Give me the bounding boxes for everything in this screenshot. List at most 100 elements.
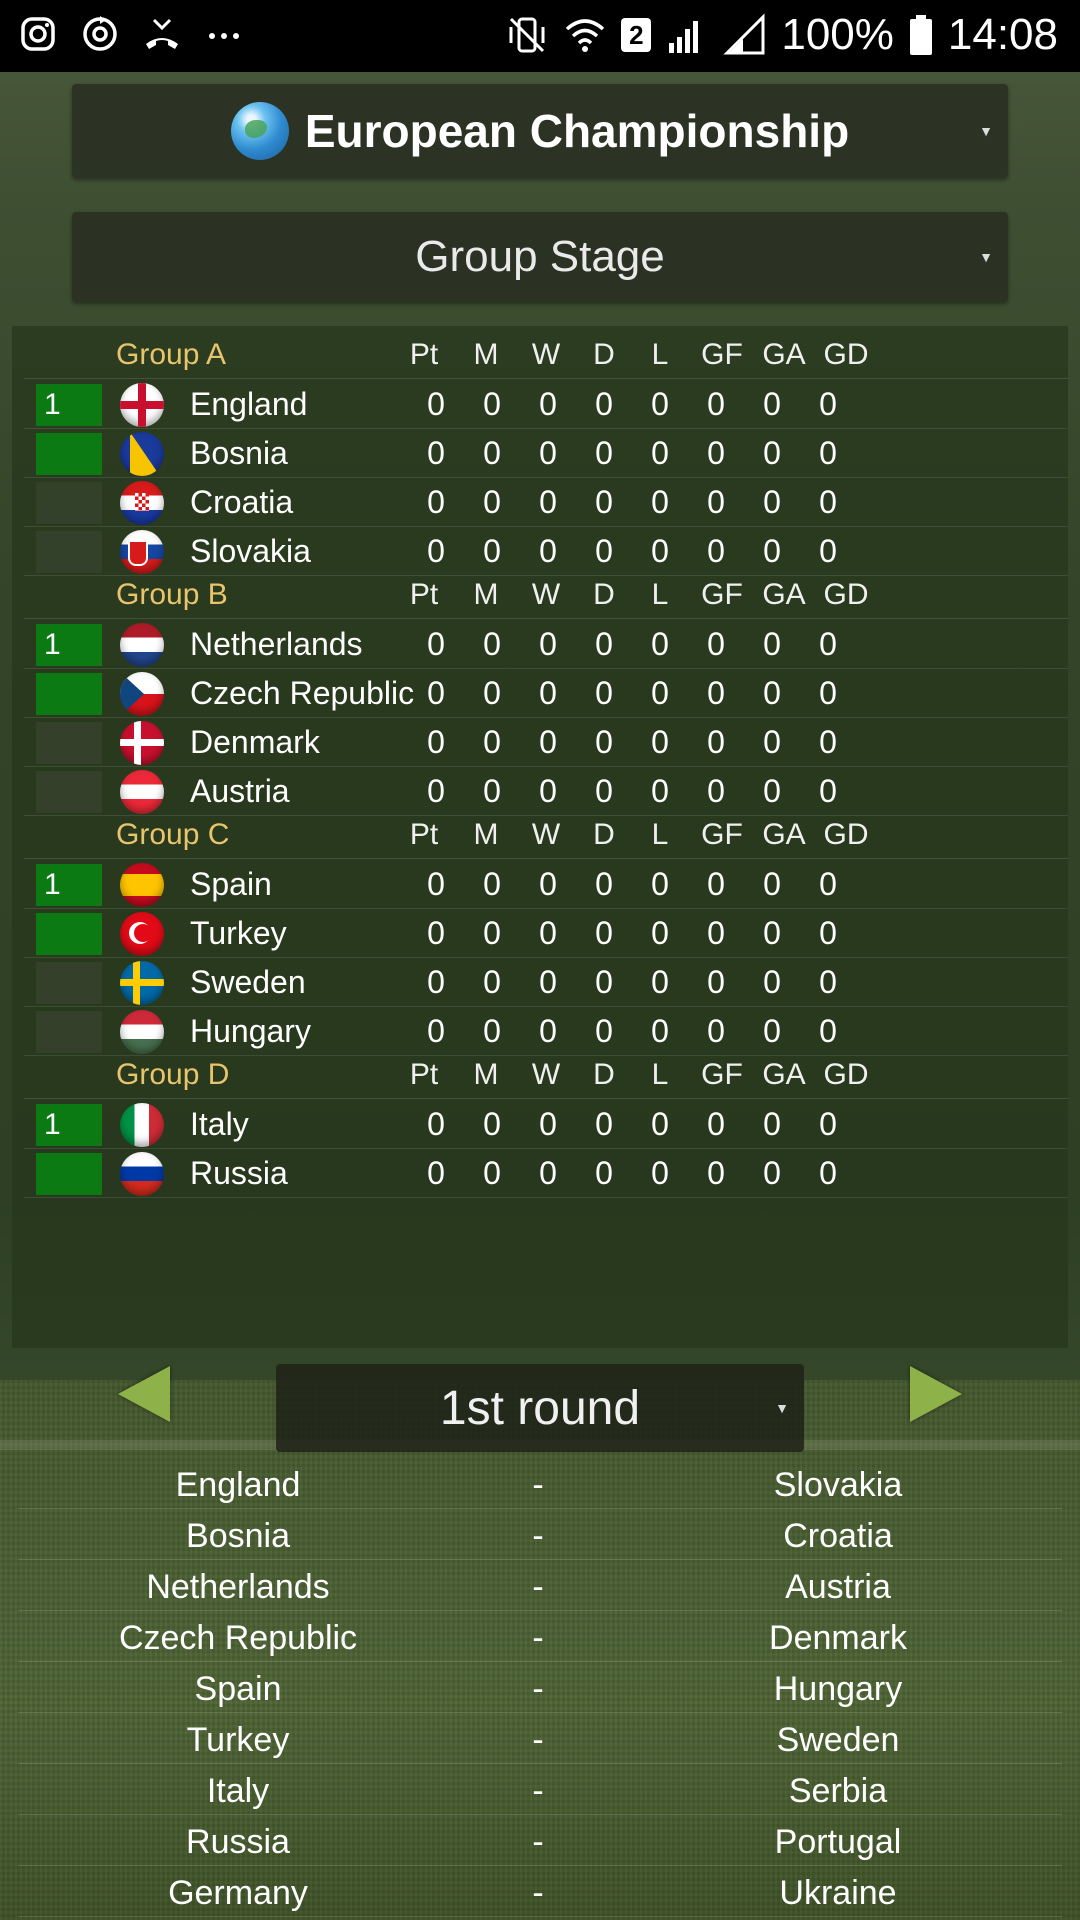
- flag-icon: [120, 1010, 164, 1054]
- fixture-separator: -: [532, 1721, 544, 1759]
- fixture-row[interactable]: Turkey - Sweden: [18, 1713, 1062, 1764]
- fixture-row[interactable]: Netherlands - Austria: [18, 1560, 1062, 1611]
- table-row[interactable]: 1 England 0 0 0 0 0 0 0 0: [24, 380, 1068, 429]
- stat-cell: 0: [707, 1155, 725, 1191]
- stat-cell: 0: [763, 915, 781, 951]
- group-name: Group A: [116, 338, 227, 371]
- fixture-separator: -: [532, 1670, 544, 1708]
- fixture-row[interactable]: Russia - Portugal: [18, 1815, 1062, 1866]
- table-row[interactable]: Austria 0 0 0 0 0 0 0 0: [24, 767, 1068, 816]
- stat-cell: 0: [483, 435, 501, 471]
- column-header: D: [593, 1058, 615, 1091]
- table-row[interactable]: 1 Italy 0 0 0 0 0 0 0 0: [24, 1100, 1068, 1149]
- team-name: Spain: [190, 866, 272, 902]
- stat-cell: 0: [763, 773, 781, 809]
- home-team: Germany: [168, 1874, 308, 1912]
- stat-cell: 0: [763, 724, 781, 760]
- home-team: Russia: [186, 1823, 290, 1861]
- column-header: Pt: [409, 818, 439, 851]
- stat-cell: 0: [595, 435, 613, 471]
- stat-cell: 0: [651, 675, 669, 711]
- stat-cell: 0: [819, 484, 837, 520]
- previous-round-arrow-icon[interactable]: [118, 1366, 170, 1422]
- stat-cell: 0: [483, 1155, 501, 1191]
- stat-cell: 0: [427, 1106, 445, 1142]
- table-row[interactable]: Hungary 0 0 0 0 0 0 0 0: [24, 1007, 1068, 1056]
- stat-cell: 0: [539, 866, 557, 902]
- table-row[interactable]: Slovakia 0 0 0 0 0 0 0 0: [24, 527, 1068, 576]
- stat-cell: 0: [707, 386, 725, 422]
- table-row[interactable]: 1 Spain 0 0 0 0 0 0 0 0: [24, 860, 1068, 909]
- stat-cell: 0: [707, 1106, 725, 1142]
- stat-cell: 0: [483, 964, 501, 1000]
- stat-cell: 0: [483, 1013, 501, 1049]
- flag-icon: [120, 481, 164, 525]
- signal-2-icon: [723, 13, 765, 55]
- column-header: Pt: [409, 578, 439, 611]
- team-name: Austria: [190, 773, 290, 809]
- fixture-row[interactable]: Czech Republic - Denmark: [18, 1611, 1062, 1662]
- away-team: Portugal: [774, 1823, 902, 1861]
- stat-cell: 0: [539, 724, 557, 760]
- fixture-row[interactable]: Bosnia - Croatia: [18, 1509, 1062, 1560]
- column-header: GF: [701, 1058, 743, 1091]
- table-row[interactable]: 1 Netherlands 0 0 0 0 0 0 0 0: [24, 620, 1068, 669]
- table-row[interactable]: Denmark 0 0 0 0 0 0 0 0: [24, 718, 1068, 767]
- table-row[interactable]: Sweden 0 0 0 0 0 0 0 0: [24, 958, 1068, 1007]
- stat-cell: 0: [763, 533, 781, 569]
- away-team: Croatia: [783, 1517, 893, 1555]
- column-header: D: [593, 338, 615, 371]
- stat-cell: 0: [651, 773, 669, 809]
- table-row[interactable]: Croatia 0 0 0 0 0 0 0 0: [24, 478, 1068, 527]
- round-dropdown[interactable]: 1st round ▼: [276, 1364, 804, 1452]
- stat-cell: 0: [483, 386, 501, 422]
- stat-cell: 0: [539, 533, 557, 569]
- group-table: Group C Pt M W D L GF GA GD 1 Spain 0 0 0 0 0 0 0 0 Turkey 0…: [24, 812, 1068, 1056]
- group-header: Group C Pt M W D L GF GA GD: [24, 812, 1068, 859]
- column-header: L: [651, 818, 669, 851]
- stat-cell: 0: [427, 435, 445, 471]
- table-row[interactable]: Turkey 0 0 0 0 0 0 0 0: [24, 909, 1068, 958]
- standings-panel[interactable]: Group A Pt M W D L GF GA GD 1 England 0 0 0 0 0 0 0 0 Bosni…: [12, 326, 1068, 1348]
- column-header: M: [473, 578, 499, 611]
- away-team: Ukraine: [779, 1874, 897, 1912]
- group-name: Group D: [116, 1058, 230, 1091]
- table-row[interactable]: Bosnia 0 0 0 0 0 0 0 0: [24, 429, 1068, 478]
- column-header: GD: [823, 818, 869, 851]
- stat-cell: 0: [651, 484, 669, 520]
- round-label: 1st round: [439, 1381, 641, 1435]
- stat-cell: 0: [763, 675, 781, 711]
- fixture-row[interactable]: Germany - Ukraine: [18, 1866, 1062, 1917]
- stat-cell: 0: [763, 964, 781, 1000]
- flag-icon: [120, 672, 164, 716]
- stat-cell: 0: [483, 773, 501, 809]
- column-header: M: [473, 338, 499, 371]
- fixture-row[interactable]: Spain - Hungary: [18, 1662, 1062, 1713]
- sim-badge: 2: [621, 18, 652, 52]
- stat-cell: 0: [595, 533, 613, 569]
- team-name: England: [190, 386, 308, 422]
- table-row[interactable]: Russia 0 0 0 0 0 0 0 0: [24, 1149, 1068, 1198]
- next-round-arrow-icon[interactable]: [910, 1366, 962, 1422]
- stat-cell: 0: [483, 675, 501, 711]
- fixture-separator: -: [532, 1517, 544, 1555]
- fixture-row[interactable]: Italy - Serbia: [18, 1764, 1062, 1815]
- signal-icon: [669, 21, 699, 53]
- stat-cell: 0: [427, 533, 445, 569]
- stage-dropdown[interactable]: Group Stage ▼: [72, 212, 1008, 302]
- away-team: Hungary: [773, 1670, 903, 1708]
- column-header: W: [531, 578, 561, 611]
- stat-cell: 0: [483, 1106, 501, 1142]
- fixture-separator: -: [532, 1568, 544, 1606]
- column-header: GD: [823, 1058, 869, 1091]
- fixture-row[interactable]: England - Slovakia: [18, 1458, 1062, 1509]
- stat-cell: 0: [651, 435, 669, 471]
- team-name: Turkey: [190, 915, 287, 951]
- stat-cell: 0: [595, 675, 613, 711]
- rank-cell: 1: [36, 864, 102, 906]
- flag-icon: [120, 770, 164, 814]
- stat-cell: 0: [651, 724, 669, 760]
- table-row[interactable]: Czech Republic 0 0 0 0 0 0 0 0: [24, 669, 1068, 718]
- flag-icon: [120, 1152, 164, 1196]
- competition-dropdown[interactable]: European Championship ▼: [72, 84, 1008, 178]
